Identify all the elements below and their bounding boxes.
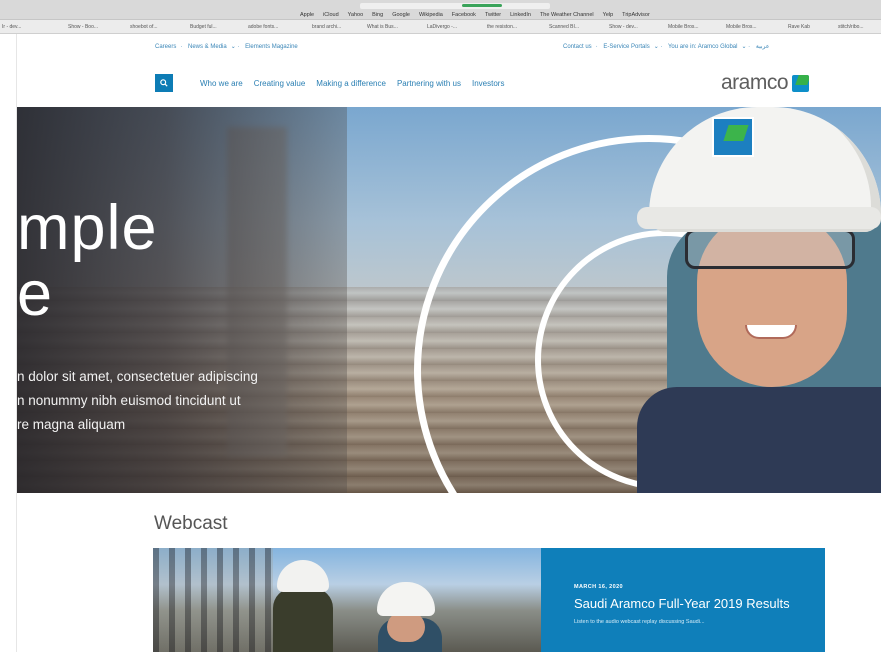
search-icon bbox=[160, 74, 168, 92]
nav-investors[interactable]: Investors bbox=[472, 79, 504, 88]
favorite-link[interactable]: Apple bbox=[300, 12, 314, 18]
favorite-link[interactable]: iCloud bbox=[323, 12, 339, 18]
favorite-link[interactable]: Facebook bbox=[452, 12, 476, 18]
careers-link[interactable]: Careers bbox=[155, 44, 176, 50]
favorites-bar: Apple iCloud Yahoo Bing Google Wikipedia… bbox=[300, 12, 650, 18]
webcast-date: MARCH 16, 2020 bbox=[574, 584, 624, 590]
utility-nav-right: Contact us · E-Service Portals ⌄ · You are… bbox=[563, 44, 770, 50]
logo-symbol-icon bbox=[792, 74, 810, 92]
contact-us-link[interactable]: Contact us bbox=[563, 44, 592, 50]
nav-making-a-difference[interactable]: Making a difference bbox=[316, 79, 386, 88]
favorite-link[interactable]: Yelp bbox=[603, 12, 614, 18]
favorite-link[interactable]: LinkedIn bbox=[510, 12, 531, 18]
nav-creating-value[interactable]: Creating value bbox=[254, 79, 306, 88]
webcast-headline[interactable]: Saudi Aramco Full-Year 2019 Results bbox=[574, 595, 804, 613]
nav-partnering-with-us[interactable]: Partnering with us bbox=[397, 79, 461, 88]
favorite-link[interactable]: Twitter bbox=[485, 12, 501, 18]
nav-who-we-are[interactable]: Who we are bbox=[200, 79, 243, 88]
bookmark-tab[interactable]: Rave Kab bbox=[788, 24, 810, 30]
address-bar[interactable] bbox=[360, 3, 550, 9]
favorite-link[interactable]: Yahoo bbox=[348, 12, 364, 18]
bookmark-tab[interactable]: brand archi... bbox=[312, 24, 341, 30]
hero-title: mple e bbox=[17, 193, 158, 329]
hero-worker-image bbox=[637, 107, 881, 493]
bookmarks-bar: Ir - dev... Show - Boo... shoebot of... … bbox=[0, 20, 881, 34]
hero-body-text: n dolor sit amet, consectetuer adipiscin… bbox=[17, 369, 258, 432]
webcast-thumbnail[interactable] bbox=[153, 548, 541, 652]
bookmark-tab[interactable]: What is Bus... bbox=[367, 24, 398, 30]
bookmark-tab[interactable]: Show - Boo... bbox=[68, 24, 98, 30]
webcast-description: Listen to the audio webcast replay discu… bbox=[574, 619, 705, 625]
bookmark-tab[interactable]: Show - dev... bbox=[609, 24, 638, 30]
news-media-link[interactable]: News & Media bbox=[188, 44, 227, 50]
arabic-link[interactable]: عربية bbox=[756, 44, 770, 50]
load-indicator bbox=[462, 4, 502, 7]
favorite-link[interactable]: TripAdvisor bbox=[622, 12, 650, 18]
bookmark-tab[interactable]: Mobile Bros... bbox=[726, 24, 757, 30]
logo-wordmark: aramco bbox=[721, 71, 789, 94]
elements-magazine-link[interactable]: Elements Magazine bbox=[245, 44, 298, 50]
region-selector[interactable]: You are in: Aramco Global bbox=[668, 44, 738, 50]
bookmark-tab[interactable]: stitch/ribo... bbox=[838, 24, 864, 30]
main-nav: Who we are Creating value Making a diffe… bbox=[200, 79, 504, 88]
favorite-link[interactable]: Google bbox=[392, 12, 410, 18]
favorite-link[interactable]: Wikipedia bbox=[419, 12, 443, 18]
bookmark-tab[interactable]: Mobile Bros... bbox=[668, 24, 699, 30]
webcast-section-title: Webcast bbox=[154, 513, 228, 534]
aramco-logo[interactable]: aramco bbox=[721, 71, 810, 95]
search-button[interactable] bbox=[155, 74, 173, 92]
bookmark-tab[interactable]: LaDivergo -... bbox=[427, 24, 457, 30]
bookmark-tab[interactable]: adobe fonts... bbox=[248, 24, 278, 30]
bookmark-tab[interactable]: shoebot of... bbox=[130, 24, 158, 30]
bookmark-tab[interactable]: Budget ful... bbox=[190, 24, 217, 30]
utility-nav-left: Careers · News & Media ⌄ · Elements Magazi… bbox=[155, 44, 298, 50]
favorite-link[interactable]: The Weather Channel bbox=[540, 12, 594, 18]
bookmark-tab[interactable]: Scanned BI... bbox=[549, 24, 579, 30]
browser-toolbar: Apple iCloud Yahoo Bing Google Wikipedia… bbox=[0, 0, 881, 20]
bookmark-tab[interactable]: the resiston... bbox=[487, 24, 517, 30]
eservice-portals-link[interactable]: E-Service Portals bbox=[603, 44, 649, 50]
helmet-logo-icon bbox=[712, 117, 754, 157]
window-edge bbox=[0, 34, 17, 652]
hero-banner: mple e n dolor sit amet, consectetuer ad… bbox=[17, 107, 881, 493]
favorite-link[interactable]: Bing bbox=[372, 12, 383, 18]
webcast-card[interactable]: MARCH 16, 2020 Saudi Aramco Full-Year 20… bbox=[541, 548, 825, 652]
bookmark-tab[interactable]: Ir - dev... bbox=[2, 24, 21, 30]
